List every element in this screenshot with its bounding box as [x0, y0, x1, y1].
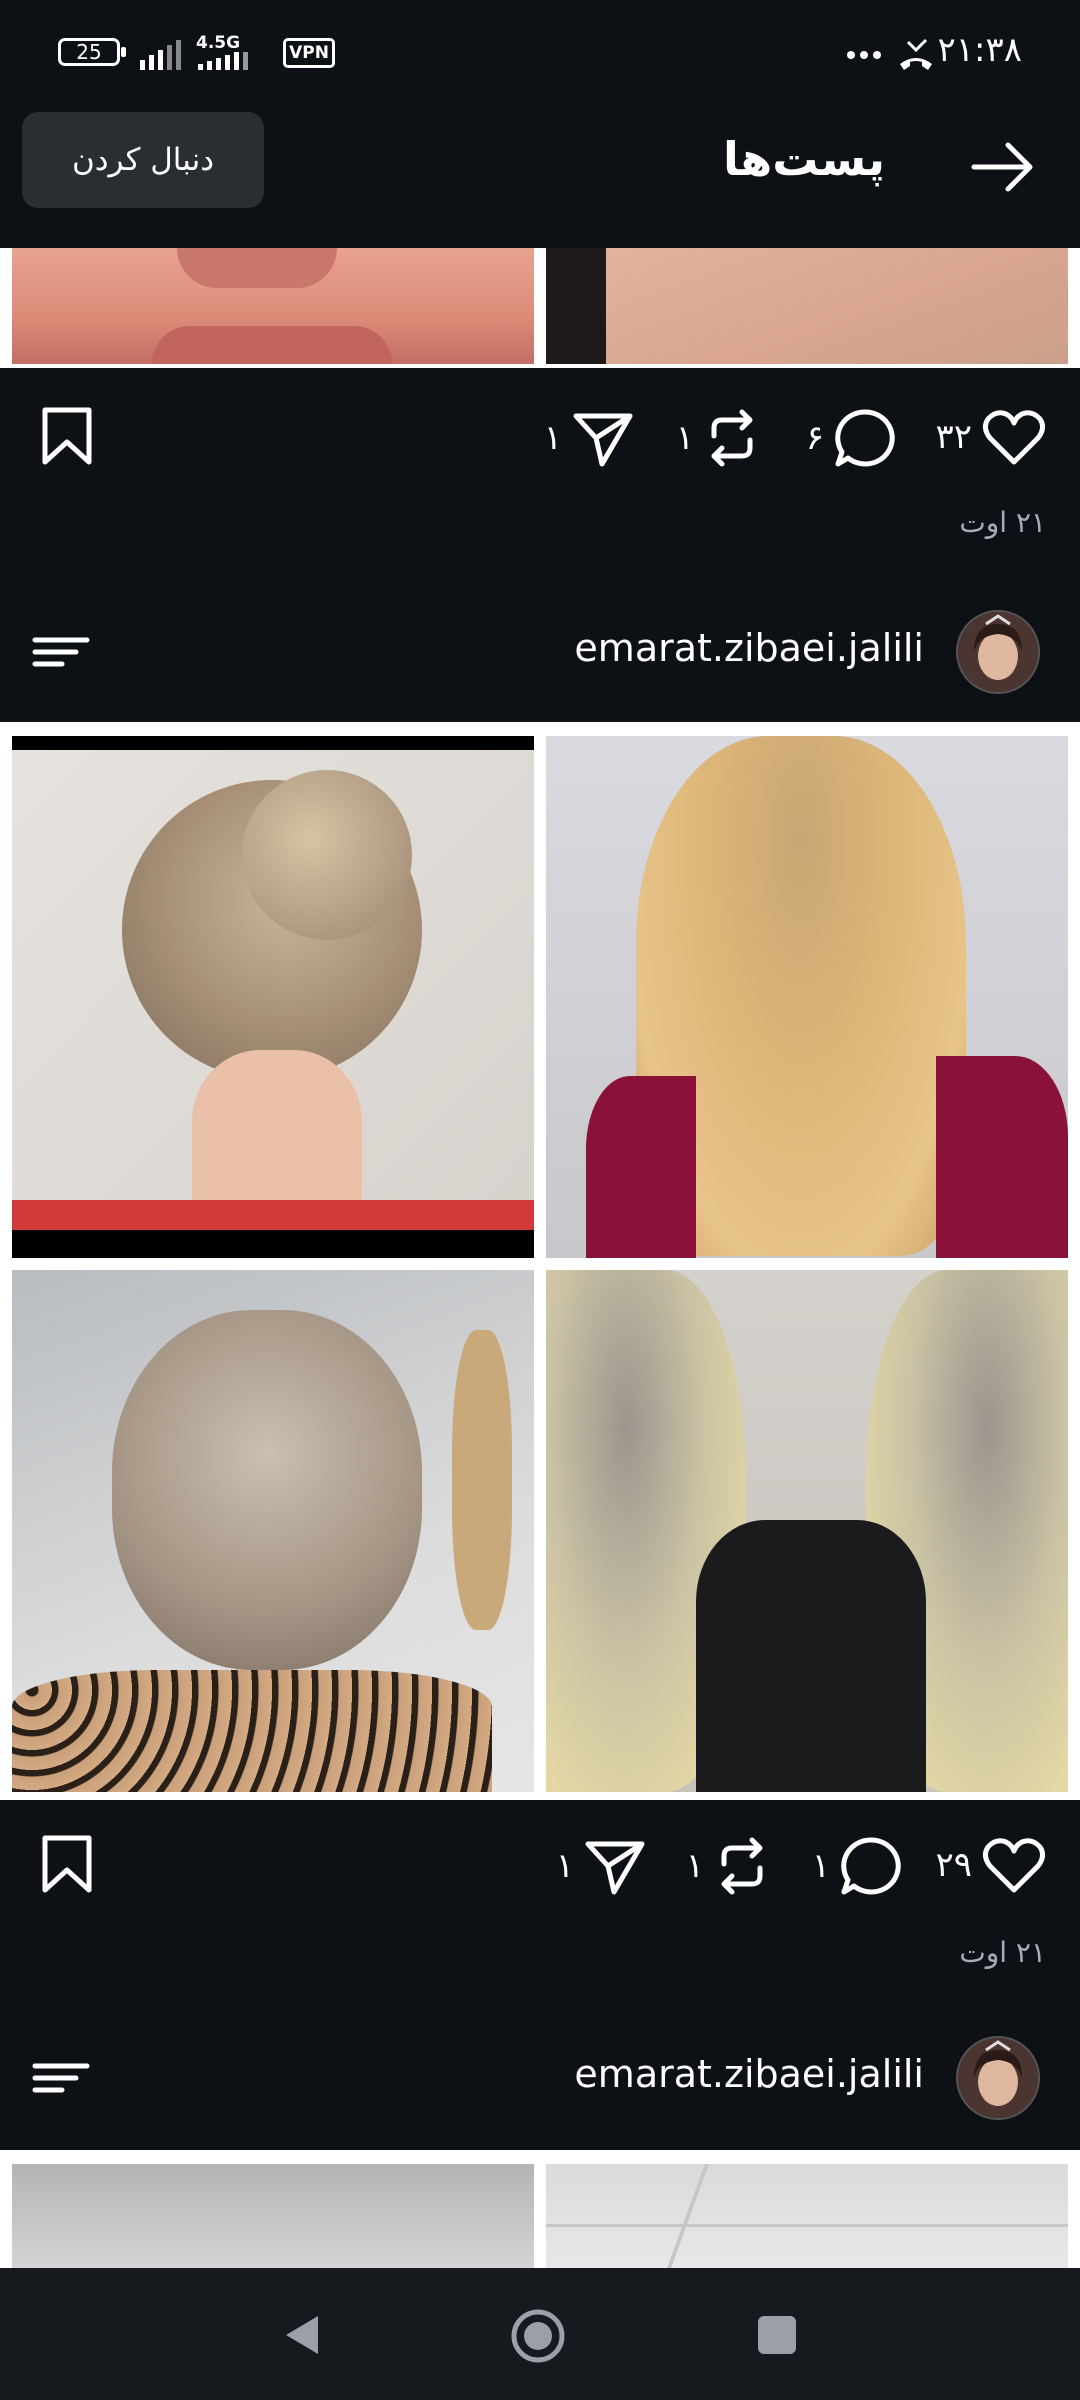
comment-button[interactable]: ۶: [806, 408, 898, 468]
comment-button[interactable]: ۱: [812, 1836, 904, 1896]
status-bar: 25 4.5G VPN ۲۱:۳۸: [0, 0, 1080, 105]
heart-icon: [982, 1838, 1046, 1893]
heart-icon: [982, 410, 1046, 465]
post-image[interactable]: [546, 736, 1068, 1258]
comment-count: ۶: [805, 418, 824, 458]
avatar[interactable]: [956, 2036, 1040, 2120]
repost-count: ۱: [675, 418, 694, 458]
menu-icon[interactable]: [32, 2062, 90, 2094]
follow-button[interactable]: دنبال کردن: [22, 112, 264, 208]
vpn-icon: VPN: [283, 38, 335, 68]
comment-icon: [835, 409, 895, 467]
post-image[interactable]: [12, 1270, 534, 1792]
post-image[interactable]: [12, 736, 534, 1258]
battery-icon: 25: [58, 38, 126, 66]
like-count: ۲۹: [935, 1845, 972, 1885]
post-header: emarat.zibaei.jalili: [0, 2024, 1080, 2136]
missed-call-icon: [900, 38, 932, 70]
post-actions: ۳۲ ۶ ۱ ۱ ۲۱ اوت: [0, 378, 1080, 578]
share-button[interactable]: ۱: [544, 408, 634, 468]
like-button[interactable]: ۳۲: [935, 408, 1046, 466]
username[interactable]: emarat.zibaei.jalili: [574, 626, 924, 670]
post-image-grid: [0, 248, 1080, 368]
bookmark-icon[interactable]: [40, 406, 94, 466]
like-button[interactable]: ۲۹: [935, 1836, 1046, 1894]
repost-count: ۱: [685, 1846, 704, 1886]
recents-square-icon[interactable]: [756, 2314, 798, 2356]
send-icon: [573, 413, 633, 467]
network-type-label: 4.5G: [196, 33, 241, 53]
like-count: ۳۲: [935, 417, 972, 457]
bookmark-icon[interactable]: [40, 1834, 94, 1894]
post-image[interactable]: [546, 248, 1068, 364]
post-header: emarat.zibaei.jalili: [0, 598, 1080, 710]
post-image-grid: [0, 2150, 1080, 2268]
menu-icon[interactable]: [32, 636, 90, 668]
signal-icon: [140, 40, 181, 70]
share-button[interactable]: ۱: [556, 1836, 646, 1896]
home-circle-icon[interactable]: [510, 2308, 566, 2364]
post-actions: ۲۹ ۱ ۱ ۱ ۲۱ اوت: [0, 1800, 1080, 2000]
signal-icon: [198, 52, 248, 70]
repost-button[interactable]: ۱: [676, 408, 760, 468]
page-title: پست‌ها: [723, 132, 885, 186]
post-image[interactable]: [12, 248, 534, 364]
share-count: ۱: [555, 1846, 574, 1886]
post-image-grid: [0, 722, 1080, 1800]
post-image[interactable]: [546, 1270, 1068, 1792]
comment-count: ۱: [811, 1846, 830, 1886]
comment-icon: [841, 1837, 901, 1895]
post-image[interactable]: [12, 2164, 534, 2268]
share-count: ۱: [543, 418, 562, 458]
post-date: ۲۱ اوت: [959, 506, 1046, 539]
app-header: دنبال کردن پست‌ها: [0, 105, 1080, 248]
back-triangle-icon[interactable]: [282, 2312, 322, 2358]
avatar[interactable]: [956, 610, 1040, 694]
repost-icon: [711, 409, 753, 467]
more-dots-icon: [847, 51, 881, 59]
clock: ۲۱:۳۸: [937, 30, 1022, 70]
post-image[interactable]: [546, 2164, 1068, 2268]
post-date: ۲۱ اوت: [959, 1936, 1046, 1969]
send-icon: [585, 1841, 645, 1895]
arrow-right-icon[interactable]: [970, 141, 1036, 193]
repost-button[interactable]: ۱: [686, 1836, 770, 1896]
repost-icon: [721, 1837, 763, 1895]
username[interactable]: emarat.zibaei.jalili: [574, 2052, 924, 2096]
navigation-bar: [0, 2268, 1080, 2400]
